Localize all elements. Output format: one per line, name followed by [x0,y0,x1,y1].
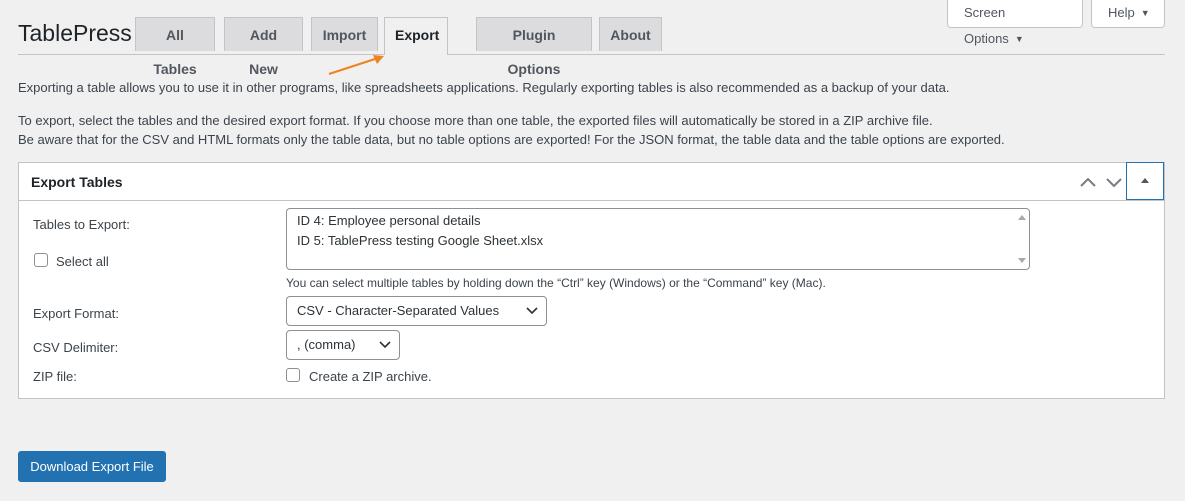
tables-to-export-label: Tables to Export: [33,217,130,232]
panel-header: Export Tables [19,162,1164,201]
intro-text-3: Be aware that for the CSV and HTML forma… [18,132,1005,147]
tab-all-tables[interactable]: All Tables [135,17,215,77]
annotation-arrow-icon [328,55,384,76]
tables-listbox[interactable]: ID 4: Employee personal details ID 5: Ta… [286,208,1030,270]
intro-text-2: To export, select the tables and the des… [18,113,933,128]
triangle-up-icon [1141,178,1149,183]
export-format-value: CSV - Character-Separated Values [297,303,500,318]
panel-title: Export Tables [31,174,123,190]
app-title: TablePress [18,20,132,46]
screen-options-label: Screen Options [964,5,1009,46]
csv-delimiter-value: , (comma) [297,337,356,352]
zip-archive-label[interactable]: Create a ZIP archive. [309,369,432,384]
export-tables-panel: Export Tables Tables to Export: Select a… [18,162,1165,399]
move-down-icon[interactable] [1104,172,1124,192]
caret-down-icon: ▼ [1014,34,1024,44]
intro-text-1: Exporting a table allows you to use it i… [18,80,950,95]
tab-plugin-options[interactable]: Plugin Options [476,17,592,77]
zip-file-label: ZIP file: [33,369,77,384]
collapse-panel-button[interactable] [1126,162,1164,200]
tab-about[interactable]: About [599,17,662,51]
export-format-select[interactable]: CSV - Character-Separated Values [286,296,547,326]
csv-delimiter-label: CSV Delimiter: [33,340,119,355]
screen-options-button[interactable]: Screen Options ▼ [947,0,1083,46]
csv-delimiter-select[interactable]: , (comma) [286,330,400,360]
list-item[interactable]: ID 5: TablePress testing Google Sheet.xl… [297,233,543,248]
download-export-file-button[interactable]: Download Export File [18,451,166,482]
caret-down-icon: ▼ [1140,8,1150,18]
tab-add-new[interactable]: Add New [224,17,303,77]
help-button[interactable]: Help ▼ [1091,0,1165,28]
tab-import[interactable]: Import [311,17,378,51]
select-all-label[interactable]: Select all [56,254,109,269]
chevron-down-icon [379,341,391,349]
chevron-down-icon [526,307,538,315]
select-all-checkbox[interactable] [34,253,48,267]
page-header: TablePress All Tables Add New Import Exp… [18,0,1165,77]
tables-help-text: You can select multiple tables by holdin… [286,276,826,290]
list-item[interactable]: ID 4: Employee personal details [297,213,481,228]
tab-export[interactable]: Export [384,17,448,55]
help-label: Help [1108,5,1135,20]
scrollbar[interactable] [1017,213,1027,265]
move-up-icon[interactable] [1078,172,1098,192]
zip-archive-checkbox[interactable] [286,368,300,382]
export-format-label: Export Format: [33,306,119,321]
